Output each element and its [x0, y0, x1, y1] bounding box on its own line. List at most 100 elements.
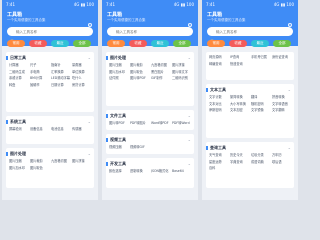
tool-item[interactable]: 图片裁剪	[130, 62, 150, 68]
category-chip[interactable]: 最近	[51, 40, 69, 47]
tool-item[interactable]: 文字镜像	[251, 107, 271, 113]
tool-item[interactable]: 星座运势	[209, 159, 229, 165]
tool-item[interactable]: 尺子	[30, 62, 50, 68]
tool-item[interactable]: 吃什么	[72, 75, 92, 81]
tool-item[interactable]: 天气查询	[209, 152, 229, 158]
tool-item[interactable]: 手电筒	[30, 69, 50, 75]
tool-item[interactable]: 图片压缩	[9, 158, 29, 164]
chevron-down-icon[interactable]: ⌄	[188, 137, 191, 142]
tool-item[interactable]: 颜色选择	[109, 168, 129, 174]
tool-item[interactable]: 抛硬币	[30, 82, 50, 88]
tool-item[interactable]: 摩斯密码	[209, 107, 229, 113]
tool-item[interactable]: 视频压缩	[109, 144, 129, 150]
tool-item[interactable]: 九宫格切图	[151, 62, 171, 68]
tool-item[interactable]: Word转PDF	[151, 120, 171, 126]
tool-item[interactable]: BMI计算	[30, 75, 50, 81]
tool-item[interactable]: 字典查询	[230, 159, 250, 165]
tool-item[interactable]: 图片取色	[30, 165, 50, 171]
tool-item[interactable]: IP查询	[230, 54, 250, 60]
category-chip[interactable]: 常用	[7, 40, 25, 47]
tool-item[interactable]: 进制转换	[130, 168, 150, 174]
chevron-down-icon[interactable]: ⌄	[288, 145, 291, 150]
tool-item[interactable]: 图片转文字	[172, 69, 192, 75]
tool-item[interactable]: PDF转图片	[130, 120, 150, 126]
tool-item[interactable]: 计算器	[9, 62, 29, 68]
tool-item[interactable]: 证件照	[109, 75, 129, 81]
tool-item[interactable]: 房贷计算	[72, 82, 92, 88]
tool-item[interactable]: PDF转Word	[172, 120, 192, 126]
tool-item[interactable]: 图片压缩	[109, 62, 129, 68]
tool-item[interactable]: 歇后语	[272, 159, 292, 165]
tool-item[interactable]: 图片转PDF	[130, 75, 150, 81]
category-chip[interactable]: 最近	[251, 40, 269, 47]
tool-item[interactable]: 文本加密	[230, 107, 250, 113]
search-input[interactable]	[116, 28, 186, 35]
tool-item[interactable]: Base64	[172, 168, 192, 174]
tool-item[interactable]: 快递查询	[230, 61, 250, 67]
settings-icon[interactable]	[187, 13, 193, 27]
tool-item[interactable]: 文字翻转	[272, 107, 292, 113]
tool-item[interactable]: LED滚动字幕	[51, 75, 71, 81]
search-input[interactable]	[16, 28, 86, 35]
tool-item[interactable]: 大小写转换	[230, 101, 250, 107]
category-chip[interactable]: 全部	[173, 40, 191, 47]
tool-item[interactable]: 网页源码	[209, 54, 229, 60]
chevron-down-icon[interactable]: ⌄	[188, 161, 191, 166]
tool-item[interactable]: 二维码生成	[9, 69, 29, 75]
category-chip[interactable]: 收藏	[129, 40, 147, 47]
chevron-down-icon[interactable]: ⌄	[288, 87, 291, 92]
tool-item[interactable]: 图片拼接	[72, 158, 92, 164]
tool-item[interactable]: 单位换算	[72, 69, 92, 75]
tool-item[interactable]: 万年历	[272, 152, 292, 158]
tool-item[interactable]: 指南针	[51, 62, 71, 68]
tool-item[interactable]: 成语词典	[251, 159, 271, 165]
tool-item[interactable]: 九宫格切图	[51, 158, 71, 164]
search-bar[interactable]	[107, 27, 193, 44]
chevron-down-icon[interactable]: ⌄	[88, 119, 91, 124]
tool-item[interactable]: 传感器	[72, 126, 92, 132]
chevron-down-icon[interactable]: ⌄	[88, 55, 91, 60]
tool-item[interactable]: 邮编查询	[209, 61, 229, 67]
tool-item[interactable]: 文本对比	[209, 101, 229, 107]
tool-item[interactable]: 垃圾分类	[251, 152, 271, 158]
tool-item[interactable]: 二维码识别	[172, 75, 192, 81]
tool-item[interactable]: 屏幕检测	[9, 126, 29, 132]
tool-item[interactable]: 随机密码	[251, 101, 271, 107]
search-bar[interactable]	[7, 27, 93, 44]
tool-item[interactable]: 繁简转换	[230, 94, 250, 100]
tool-item[interactable]: 量角器	[72, 62, 92, 68]
tool-item[interactable]: 视频转GIF	[130, 144, 150, 150]
category-chip[interactable]: 收藏	[29, 40, 47, 47]
category-chip[interactable]: 全部	[273, 40, 291, 47]
tool-item[interactable]: 汇率换算	[51, 69, 71, 75]
search-bar[interactable]	[207, 27, 293, 44]
tool-item[interactable]: 设备信息	[30, 126, 50, 132]
tool-item[interactable]: 手机号归属	[251, 54, 271, 60]
category-chip[interactable]: 全部	[73, 40, 91, 47]
tool-item[interactable]: 图片加水印	[109, 69, 129, 75]
tool-item[interactable]: 拼音转换	[272, 94, 292, 100]
settings-icon[interactable]	[87, 13, 93, 27]
chevron-down-icon[interactable]: ⌄	[188, 55, 191, 60]
tool-item[interactable]: 转盘	[9, 82, 29, 88]
tool-item[interactable]: 身份证查询	[272, 54, 292, 60]
tool-item[interactable]: 文字转语音	[272, 101, 292, 107]
tool-item[interactable]: 黑白图片	[151, 69, 171, 75]
tool-item[interactable]: 文字计数	[209, 94, 229, 100]
tool-item[interactable]: 日期计算	[51, 82, 71, 88]
settings-icon[interactable]	[287, 13, 293, 27]
category-chip[interactable]: 收藏	[229, 40, 247, 47]
tool-item[interactable]: 图片转PDF	[109, 120, 129, 126]
category-chip[interactable]: 常用	[207, 40, 225, 47]
tool-item[interactable]: 亲戚计算	[9, 75, 29, 81]
tool-item[interactable]: 历史今天	[230, 152, 250, 158]
category-chip[interactable]: 常用	[107, 40, 125, 47]
tool-item[interactable]: 翻译	[251, 94, 271, 100]
tool-item[interactable]: 图片拼接	[172, 62, 192, 68]
chevron-down-icon[interactable]: ⌄	[88, 151, 91, 156]
tool-item[interactable]: GIF制作	[151, 75, 171, 81]
tool-item[interactable]: 百科	[209, 165, 229, 171]
tool-item[interactable]: JSON格式化	[151, 168, 171, 174]
category-chip[interactable]: 最近	[151, 40, 169, 47]
search-input[interactable]	[216, 28, 286, 35]
